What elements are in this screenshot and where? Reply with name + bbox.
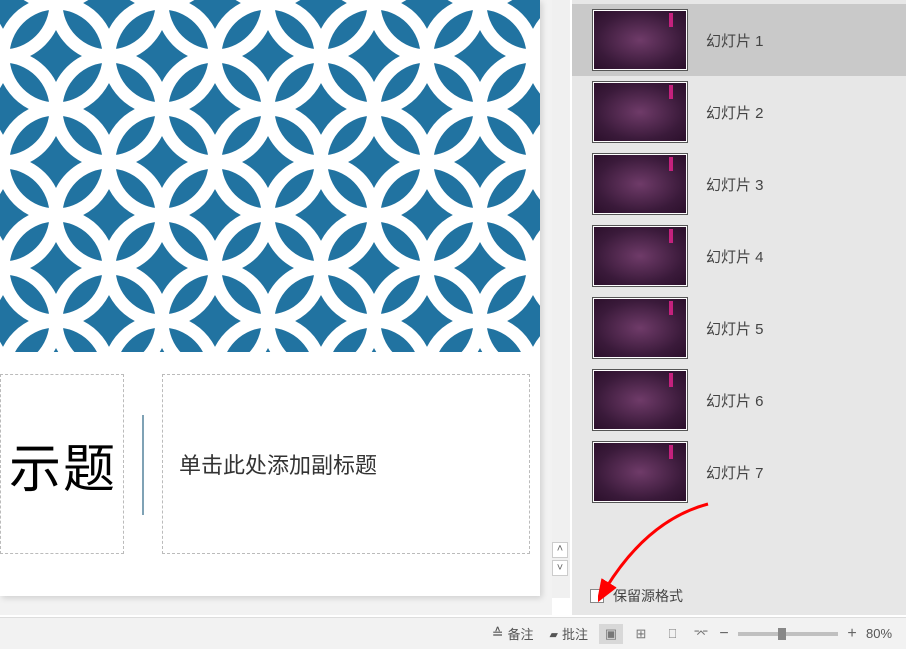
title-row: 示题 单击此处添加副标题 (0, 374, 540, 556)
slide-editor-area: 示题 单击此处添加副标题 (0, 0, 552, 615)
reuse-slide-thumbnail (592, 441, 688, 503)
title-placeholder[interactable]: 示题 (0, 374, 124, 554)
zoom-slider-knob[interactable] (778, 628, 786, 640)
reuse-slide-item[interactable]: 幻灯片 1 (572, 4, 906, 76)
reuse-slide-label: 幻灯片 1 (706, 30, 764, 51)
reuse-slide-item[interactable]: 幻灯片 3 (572, 148, 906, 220)
reuse-slide-thumbnail (592, 153, 688, 215)
slide-canvas[interactable]: 示题 单击此处添加副标题 (0, 0, 540, 596)
zoom-slider[interactable] (738, 632, 838, 636)
editor-scroll-up-button[interactable]: ˄ (552, 542, 568, 558)
comments-button[interactable]: 批注 (542, 620, 596, 647)
reuse-slide-label: 幻灯片 7 (706, 462, 764, 483)
reuse-slide-thumbnail (592, 369, 688, 431)
editor-scroll-track[interactable] (552, 0, 570, 598)
reuse-slide-label: 幻灯片 6 (706, 390, 764, 411)
reuse-slide-label: 幻灯片 3 (706, 174, 764, 195)
notes-button[interactable]: 备注 (484, 620, 542, 647)
reuse-slide-item[interactable]: 幻灯片 7 (572, 436, 906, 508)
slide-pattern-background (0, 0, 540, 352)
reuse-slide-label: 幻灯片 5 (706, 318, 764, 339)
status-bar: 备注 批注 − + 80% (0, 617, 906, 649)
zoom-in-button[interactable]: + (844, 625, 860, 643)
keep-source-formatting-label: 保留源格式 (613, 586, 683, 606)
view-sorter-button[interactable] (629, 624, 653, 644)
reuse-slide-label: 幻灯片 2 (706, 102, 764, 123)
view-slideshow-button[interactable] (689, 624, 713, 644)
reuse-slide-item[interactable]: 幻灯片 2 (572, 76, 906, 148)
comments-icon (550, 626, 558, 641)
view-reading-icon (669, 626, 674, 642)
keep-source-formatting-row[interactable]: 保留源格式 (586, 586, 683, 606)
reuse-slide-thumbnail (592, 81, 688, 143)
notes-icon (492, 625, 504, 642)
zoom-out-button[interactable]: − (716, 625, 732, 643)
quatrefoil-pattern (0, 0, 540, 352)
reuse-slide-item[interactable]: 幻灯片 6 (572, 364, 906, 436)
comments-label: 批注 (562, 624, 588, 643)
subtitle-placeholder[interactable]: 单击此处添加副标题 (162, 374, 530, 554)
reuse-slides-panel: 幻灯片 1 幻灯片 2 幻灯片 3 幻灯片 4 幻灯片 5 幻灯片 6 幻灯片 7 保留源格… (572, 0, 906, 615)
view-sorter-icon (636, 626, 647, 642)
reuse-slide-thumbnail (592, 297, 688, 359)
zoom-percent[interactable]: 80% (866, 626, 906, 641)
reuse-slide-item[interactable]: 幻灯片 5 (572, 292, 906, 364)
title-divider (142, 415, 144, 515)
reuse-slide-thumbnail (592, 9, 688, 71)
editor-scroll-down-button[interactable]: ˅ (552, 560, 568, 576)
notes-label: 备注 (508, 624, 534, 643)
reuse-slide-thumbnail (592, 225, 688, 287)
view-normal-icon (605, 626, 617, 642)
view-reading-button[interactable] (659, 624, 683, 644)
view-normal-button[interactable] (599, 624, 623, 644)
keep-source-formatting-checkbox[interactable] (590, 589, 604, 603)
view-slideshow-icon (694, 626, 709, 642)
reuse-slide-label: 幻灯片 4 (706, 246, 764, 267)
reuse-slide-item[interactable]: 幻灯片 4 (572, 220, 906, 292)
reuse-slides-list: 幻灯片 1 幻灯片 2 幻灯片 3 幻灯片 4 幻灯片 5 幻灯片 6 幻灯片 7 (572, 4, 906, 508)
